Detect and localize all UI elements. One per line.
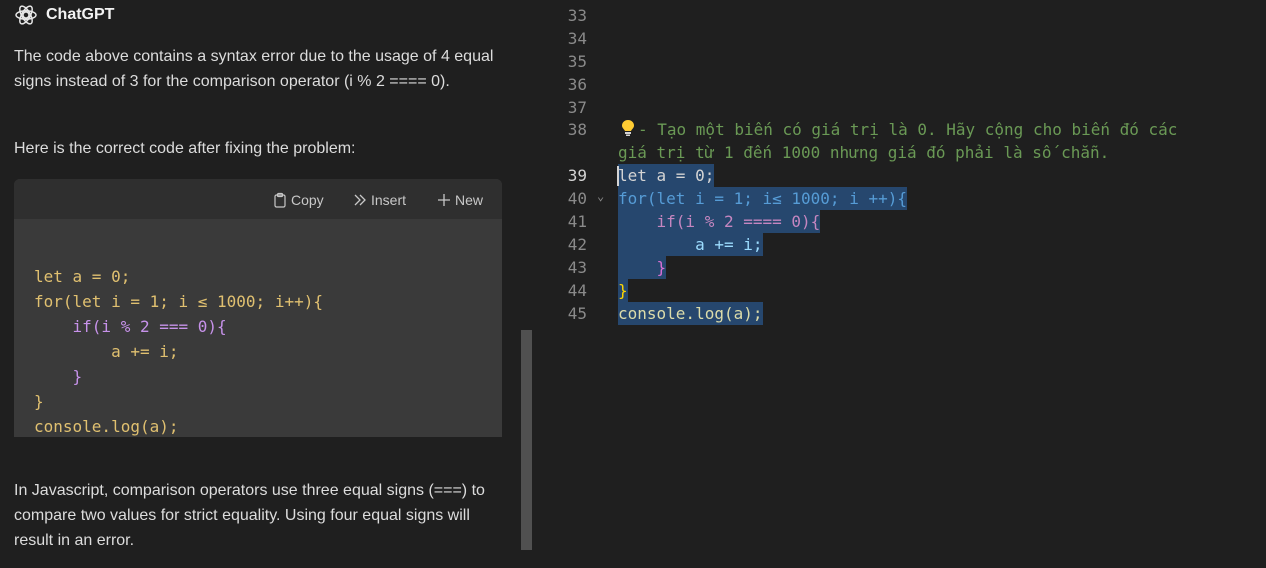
chatgpt-logo-icon [14, 3, 38, 27]
editor-code-line: for(let i = 1; i≤ 1000; i ++){ [618, 187, 907, 210]
code-line: for(let i = 1; i ≤ 1000; i++){ [34, 292, 323, 311]
code-line: if(i % 2 === 0){ [34, 317, 227, 336]
line-number: 35 [567, 52, 587, 71]
code-line: let a = 0; [34, 267, 131, 286]
line-number: 41 [567, 212, 587, 231]
line-number: 45 [567, 304, 587, 323]
insert-label: Insert [371, 192, 407, 208]
editor-code-line: } [618, 279, 628, 302]
answer-paragraph-1: The code above contains a syntax error d… [14, 48, 494, 90]
new-button[interactable]: New [436, 190, 483, 210]
code-line: } [34, 392, 44, 411]
comment-line: - Tạo một biến có giá trị là 0. Hãy cộng… [638, 120, 1178, 139]
code-block-toolbar: Copy Insert New [14, 179, 502, 219]
comment-line: giá trị từ 1 đến 1000 nhưng giá đó phải … [618, 143, 1110, 162]
line-number: 34 [567, 29, 587, 48]
chevron-down-icon[interactable]: ⌄ [597, 189, 604, 203]
text-cursor [617, 166, 619, 186]
code-block-content: let a = 0; for(let i = 1; i ≤ 1000; i++){… [34, 239, 323, 489]
insert-button[interactable]: Insert [352, 190, 406, 210]
new-label: New [455, 192, 484, 208]
line-number: 42 [567, 235, 587, 254]
line-number: 37 [567, 98, 587, 117]
editor-code-line: console.log(a); [618, 302, 763, 325]
double-chevron-right-icon [352, 192, 368, 208]
line-number: 40 [567, 189, 587, 208]
code-line: a += i; [34, 342, 179, 361]
chat-scrollbar[interactable] [521, 330, 532, 550]
line-number: 36 [567, 75, 587, 94]
code-line: } [34, 367, 83, 386]
line-number: 39 [567, 166, 587, 185]
editor-code-line: } [618, 256, 667, 279]
editor-code-line: let a = 0; [618, 164, 715, 187]
line-number: 44 [567, 281, 587, 300]
chat-panel: ChatGPT The code above contains a syntax… [0, 0, 520, 568]
code-line: console.log(a); [34, 417, 179, 436]
line-number: 33 [567, 6, 587, 25]
answer-paragraph-2: Here is the correct code after fixing th… [14, 140, 356, 157]
code-block: Copy Insert New let a = 0; for(let i = 1… [14, 179, 502, 437]
code-editor[interactable]: 33 34 35 36 37 38 39 40 41 42 43 44 45 ⌄… [533, 0, 1266, 568]
line-number: 38 [567, 120, 587, 139]
chat-header: ChatGPT [14, 2, 114, 28]
chat-title: ChatGPT [46, 6, 115, 23]
editor-code-line: if(i % 2 ==== 0){ [618, 210, 821, 233]
editor-code-line: a += i; [618, 233, 763, 256]
clipboard-icon [272, 192, 288, 208]
copy-label: Copy [291, 192, 324, 208]
lightbulb-icon[interactable] [620, 119, 636, 141]
plus-icon [436, 192, 452, 208]
line-number: 43 [567, 258, 587, 277]
answer-paragraph-3: In Javascript, comparison operators use … [14, 482, 485, 549]
copy-button[interactable]: Copy [272, 190, 324, 210]
